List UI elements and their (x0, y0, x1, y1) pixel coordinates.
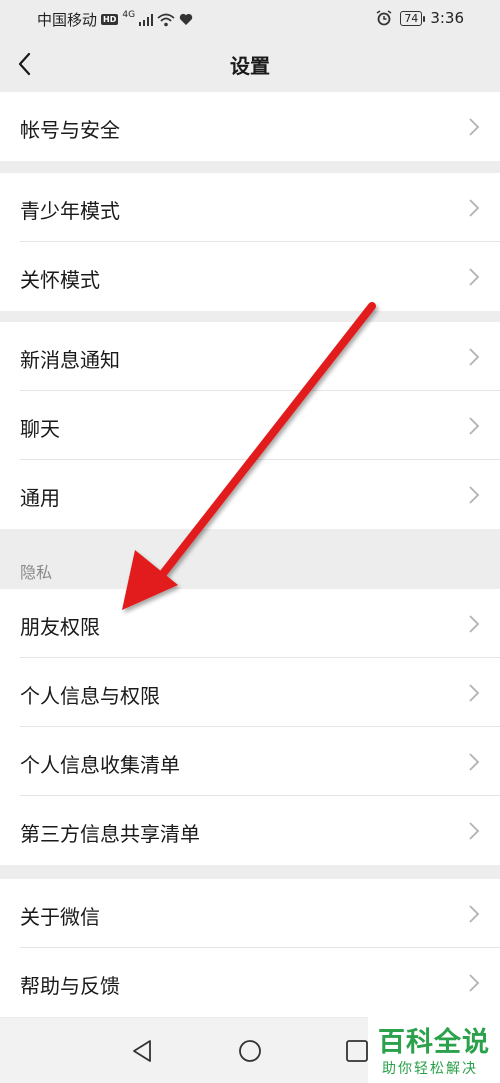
clock: 3:36 (430, 9, 464, 27)
settings-item-friend-permissions[interactable]: 朋友权限 (0, 589, 500, 658)
section-label-privacy: 隐私 (20, 563, 53, 582)
settings-item-label: 第三方信息共享清单 (20, 822, 200, 846)
chevron-right-icon (469, 615, 480, 633)
settings-item-label: 个人信息与权限 (20, 684, 160, 708)
settings-item-label: 个人信息收集清单 (20, 753, 180, 777)
carrier-name: 中国移动 (37, 11, 98, 29)
chevron-right-icon (469, 905, 480, 923)
settings-item-notifications[interactable]: 新消息通知 (0, 322, 500, 391)
settings-item-personal-info-permissions[interactable]: 个人信息与权限 (0, 658, 500, 727)
status-bar: 中国移动 HD 4G 74 3:36 (0, 0, 500, 36)
watermark-title: 百科全说 (378, 1027, 490, 1058)
settings-group-modes: 青少年模式 关怀模式 (0, 173, 500, 311)
settings-group-privacy: 朋友权限 个人信息与权限 个人信息收集清单 第三方信息共享清单 (0, 589, 500, 865)
chevron-right-icon (469, 974, 480, 992)
chevron-right-icon (469, 486, 480, 504)
settings-group-about: 关于微信 帮助与反馈 (0, 879, 500, 1017)
settings-item-teen-mode[interactable]: 青少年模式 (0, 173, 500, 242)
system-back-icon[interactable] (128, 1036, 158, 1066)
settings-group-general: 新消息通知 聊天 通用 (0, 322, 500, 529)
settings-item-care-mode[interactable]: 关怀模式 (0, 242, 500, 311)
status-left: 中国移动 HD 4G (37, 9, 193, 30)
system-home-icon[interactable] (235, 1036, 265, 1066)
chevron-right-icon (469, 199, 480, 217)
settings-item-help-feedback[interactable]: 帮助与反馈 (0, 948, 500, 1017)
alarm-icon (376, 10, 392, 26)
heart-icon (179, 13, 193, 25)
settings-item-label: 朋友权限 (20, 615, 100, 639)
settings-item-about-wechat[interactable]: 关于微信 (0, 879, 500, 948)
settings-item-label: 帐号与安全 (20, 118, 120, 142)
chevron-right-icon (469, 118, 480, 136)
battery-indicator: 74 (400, 10, 426, 26)
settings-item-label: 青少年模式 (20, 199, 120, 223)
settings-item-label: 通用 (20, 486, 60, 510)
chevron-right-icon (469, 268, 480, 286)
signal-icon (139, 13, 154, 26)
chevron-right-icon (469, 684, 480, 702)
settings-item-general[interactable]: 通用 (0, 460, 500, 529)
settings-item-chat[interactable]: 聊天 (0, 391, 500, 460)
watermark-subtitle: 助你轻松解决 (382, 1061, 478, 1077)
settings-item-label: 关怀模式 (20, 268, 100, 292)
chevron-right-icon (469, 417, 480, 435)
watermark-logo: 百科全说 助你轻松解决 (368, 1016, 500, 1083)
navigation-bar: 设置 (0, 36, 500, 90)
status-right: 74 3:36 (376, 9, 464, 27)
settings-item-label: 聊天 (20, 417, 60, 441)
wifi-icon (157, 13, 175, 26)
chevron-right-icon (469, 822, 480, 840)
settings-item-third-party-sharing[interactable]: 第三方信息共享清单 (0, 796, 500, 865)
page-title: 设置 (230, 54, 270, 78)
settings-item-label: 新消息通知 (20, 348, 120, 372)
chevron-right-icon (469, 753, 480, 771)
settings-item-label: 帮助与反馈 (20, 974, 120, 998)
settings-item-label: 关于微信 (20, 905, 100, 929)
settings-item-personal-info-collection[interactable]: 个人信息收集清单 (0, 727, 500, 796)
hd-badge: HD (101, 14, 119, 25)
settings-item-account-security[interactable]: 帐号与安全 (0, 92, 500, 161)
settings-group-account: 帐号与安全 (0, 92, 500, 161)
network-type: 4G (122, 9, 136, 20)
chevron-right-icon (469, 348, 480, 366)
